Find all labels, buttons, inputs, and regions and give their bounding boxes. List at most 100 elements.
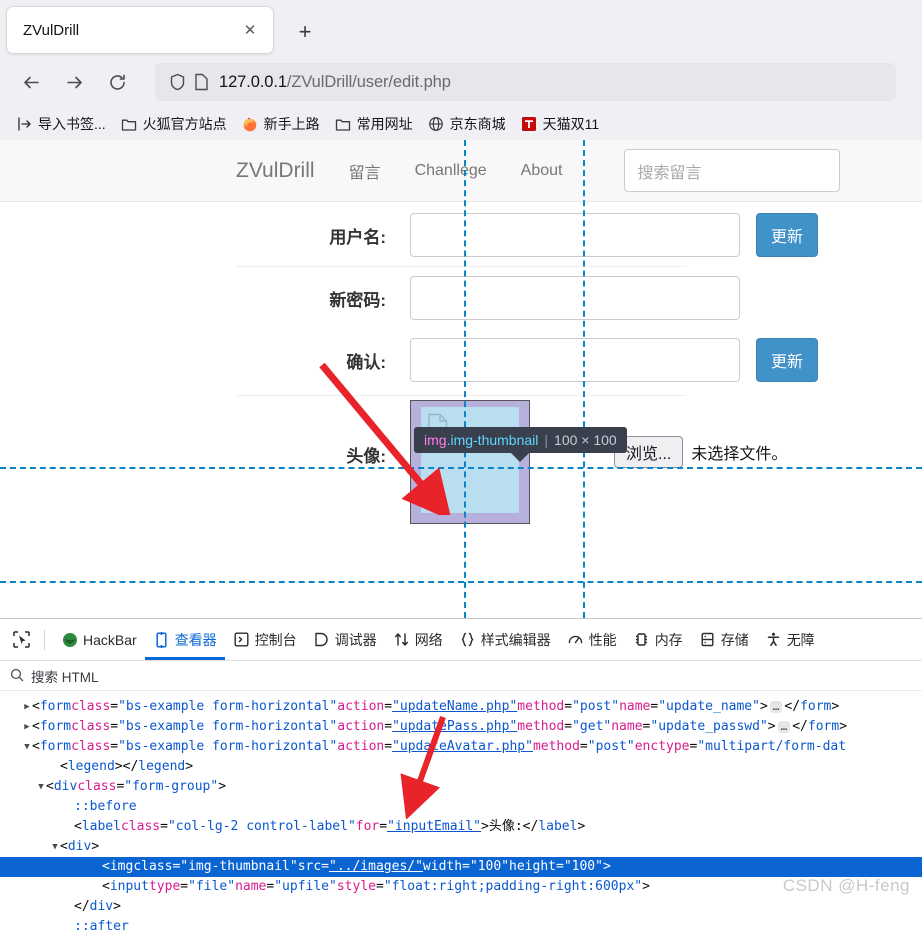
markup-line[interactable]: </div > [0,897,922,917]
markup-token: = [172,859,181,874]
markup-token: = [375,879,384,894]
console-icon [233,631,250,648]
devtools-tab-label: 调试器 [334,631,377,648]
markup-token: = [110,719,119,734]
firefox-icon [242,116,259,133]
markup-line[interactable]: ::after [0,917,922,937]
bookmarks-bar: 导入书签... 火狐官方站点 新手上路 常用网址 京东商城 天猫双11 [0,108,922,140]
markup-token: = [564,699,573,714]
expand-children-icon[interactable]: … [769,701,783,713]
folder-icon [335,116,352,133]
guide-horizontal-bottom [0,581,922,583]
avatar-thumbnail[interactable] [410,400,530,524]
devtools-tab-hackbar[interactable]: HackBar [53,619,145,660]
markup-line-selected[interactable]: < img class = "img-thumbnail" src = "../image… [0,857,922,877]
browser-tab[interactable]: ZVulDrill ✕ [6,6,274,54]
markup-line[interactable]: ▼ < div > [0,837,922,857]
markup-token: > [185,759,194,774]
shield-icon[interactable] [165,71,189,93]
confirm-password-input[interactable] [410,338,740,382]
page-icon[interactable] [189,71,213,93]
bookmark-jd[interactable]: 京东商城 [422,112,512,136]
bookmark-label: 天猫双11 [542,116,600,132]
bookmark-import[interactable]: 导入书签... [10,112,112,136]
markup-token: > [759,699,768,714]
back-icon[interactable] [14,65,48,99]
markup-tree[interactable]: ▶ < form class = "bs-example form-horizontal… [0,691,922,937]
markup-token: "../images/" [329,859,423,874]
markup-line[interactable]: < legend ></legend > [0,757,922,777]
markup-line[interactable]: < label class = "col-lg-2 control-label" fo… [0,817,922,837]
new-tab-icon[interactable]: + [290,17,320,47]
devtools-tab-label: 样式编辑器 [480,631,551,648]
edit-profile-form: 用户名: 更新 新密码: 确认: 更新 头像: 浏览... 未选择文件。 [0,202,922,524]
bookmark-label: 京东商城 [449,116,506,132]
bookmark-firefox-site[interactable]: 火狐官方站点 [115,112,233,136]
devtools-tab-debugger[interactable]: 调试器 [305,619,385,660]
address-bar[interactable]: 127.0.0.1/ZVulDrill/user/edit.php [155,63,896,101]
bookmark-newbie[interactable]: 新手上路 [236,112,326,136]
markup-line[interactable]: ▶ < form class = "bs-example form-horizontal… [0,697,922,717]
markup-token: width [422,859,463,874]
search-input[interactable]: 搜索留言 [624,149,841,192]
devtools-tab-performance[interactable]: 性能 [559,619,625,660]
markup-token: </ [792,719,808,734]
bookmark-label: 新手上路 [263,116,320,132]
devtools-tab-memory[interactable]: 内存 [625,619,691,660]
new-password-input[interactable] [410,276,740,320]
chevron-right-icon[interactable]: ▶ [22,717,32,737]
markup-token: = [160,819,168,834]
username-label: 用户名: [329,227,386,247]
bookmark-tmall[interactable]: 天猫双11 [515,112,606,136]
file-status-text: 未选择文件。 [691,446,788,463]
style-editor-icon [459,631,476,648]
chevron-down-icon[interactable]: ▼ [50,837,60,857]
markup-token: "bs-example form-horizontal" [118,699,338,714]
devtools-tab-inspector[interactable]: 查看器 [145,619,225,660]
markup-line[interactable]: ▼ < div class = "form-group" > [0,777,922,797]
nav-link-about[interactable]: About [521,162,563,180]
avatar-file-input[interactable]: 浏览... 未选择文件。 [614,400,787,468]
markup-token: class [71,739,111,754]
markup-token: > [218,779,227,794]
reload-icon[interactable] [100,65,134,99]
devtools-tab-accessibility[interactable]: 无障 [757,619,823,660]
html-search-input[interactable]: 搜索 HTML [0,661,922,691]
site-brand[interactable]: ZVulDrill [236,159,315,183]
page-viewport: ZVulDrill 留言 Chanllege About 搜索留言 用户名: 更… [0,140,922,618]
username-input[interactable] [410,213,740,257]
new-password-label: 新密码: [329,290,386,310]
markup-token: </ [784,699,801,714]
close-icon[interactable]: ✕ [239,19,261,41]
update-password-button[interactable]: 更新 [756,338,818,382]
update-username-button[interactable]: 更新 [756,213,818,257]
element-picker-icon[interactable] [6,625,36,655]
chevron-down-icon[interactable]: ▼ [36,777,46,797]
form-row-avatar: 头像: 浏览... 未选择文件。 [0,396,922,524]
markup-token: = [650,699,659,714]
markup-line[interactable]: ▼ < form class = "bs-example form-horizontal… [0,737,922,757]
markup-token: action [337,699,385,714]
forward-icon[interactable] [57,65,91,99]
markup-token: class [71,719,111,734]
devtools-tab-console[interactable]: 控制台 [225,619,305,660]
markup-token: > [839,719,848,734]
devtools-tab-style-editor[interactable]: 样式编辑器 [451,619,559,660]
devtools-tab-storage[interactable]: 存储 [691,619,757,660]
nav-link-messages[interactable]: 留言 [349,159,381,183]
markup-token: input [109,879,149,894]
expand-children-icon[interactable]: … [777,721,791,733]
nav-link-challenge[interactable]: Chanllege [415,162,487,180]
markup-line[interactable]: ▶ < form class = "bs-example form-horizontal… [0,717,922,737]
markup-token: form [800,699,832,714]
bookmark-common-sites[interactable]: 常用网址 [329,112,419,136]
devtools-tab-network[interactable]: 网络 [385,619,451,660]
markup-token: ></ [114,759,139,774]
chevron-right-icon[interactable]: ▶ [22,697,32,717]
chevron-down-icon[interactable]: ▼ [22,737,32,757]
markup-line[interactable]: ::before [0,797,922,817]
